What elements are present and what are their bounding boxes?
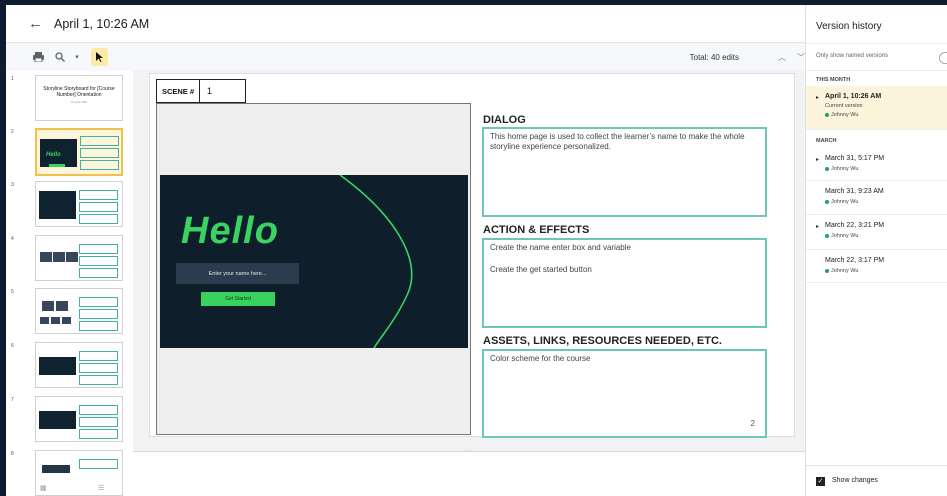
thumbnail-preview: Hello [40, 139, 77, 167]
version-author: Johnny Wu [825, 233, 858, 239]
dialog-title: DIALOG [483, 114, 526, 126]
scene-number: 1 [207, 86, 213, 96]
name-input-preview: Enter your name here... [176, 263, 299, 284]
version-author: Johnny Wu [825, 166, 858, 172]
slide-thumbnail[interactable] [35, 288, 123, 334]
action-effects-title: ACTION & EFFECTS [483, 224, 590, 236]
author-dot-icon [825, 112, 829, 117]
version-date: April 1, 10:26 AM [825, 93, 882, 100]
expand-icon[interactable]: ▸ [816, 156, 819, 163]
version-author: Johnny Wu [825, 112, 858, 118]
caret-down-icon[interactable]: ▾ [69, 48, 85, 66]
slide-thumbnail[interactable]: Storyline Storyboard for [Course Number]… [35, 75, 123, 121]
thumbnail-subtitle: Course Title [70, 100, 87, 104]
grid-view-icon[interactable]: ▦ [40, 484, 47, 492]
screen-preview: Hello Enter your name here... Get Starte… [160, 175, 468, 348]
action-line: Create the name enter box and variable [490, 243, 631, 252]
slide-number: 2 [11, 129, 14, 135]
slide-number: 1 [11, 76, 14, 82]
slide-thumbnail-selected[interactable]: Hello [35, 128, 123, 176]
version-date: March 31, 5:17 PM [825, 155, 885, 162]
speaker-notes[interactable] [133, 452, 805, 496]
get-started-button-preview: Get Started [201, 292, 275, 306]
assets-title: ASSETS, LINKS, RESOURCES NEEDED, ETC. [483, 335, 722, 347]
author-dot-icon [825, 166, 829, 171]
expand-icon[interactable]: ▸ [816, 94, 819, 101]
slide-number: 5 [11, 289, 14, 295]
print-icon[interactable] [30, 48, 46, 66]
slide-thumbnail[interactable] [35, 235, 123, 281]
version-history-panel: Version history Only show named versions… [805, 5, 947, 496]
author-dot-icon [825, 199, 829, 204]
section-march: MARCH [816, 138, 837, 144]
edits-count: Total: 40 edits [689, 52, 739, 62]
slide-thumbnail[interactable] [35, 342, 123, 388]
zoom-icon[interactable] [52, 48, 68, 66]
version-item-current[interactable]: ▸ April 1, 10:26 AM Current version John… [806, 86, 947, 130]
toolbar: ▾ Total: 40 edits ︿ ﹀ [6, 43, 805, 71]
select-cursor-icon[interactable] [91, 48, 108, 66]
version-item[interactable]: ▸ March 31, 5:17 PM Johnny Wu [806, 148, 947, 181]
slide-number: 6 [11, 343, 14, 349]
named-versions-filter: Only show named versions [806, 43, 947, 71]
assets-box: Color scheme for the course 2 [482, 349, 767, 438]
page-title: April 1, 10:26 AM [54, 16, 150, 31]
slide: SCENE # 1 Hello Enter your name here... … [149, 73, 795, 438]
slide-number: 7 [11, 397, 14, 403]
slide-thumbnail[interactable] [35, 181, 123, 227]
filter-label: Only show named versions [816, 53, 889, 59]
assets-text: Color scheme for the course [490, 354, 591, 363]
version-date: March 31, 9:23 AM [825, 188, 884, 195]
hello-heading: Hello [181, 210, 279, 252]
slide-rail[interactable]: 1 Storyline Storyboard for [Course Numbe… [6, 71, 133, 496]
action-effects-box: Create the name enter box and variable C… [482, 238, 767, 328]
version-item[interactable]: March 22, 3:17 PM Johnny Wu [806, 250, 947, 283]
arrow-left-icon[interactable]: ← [28, 15, 44, 32]
version-author: Johnny Wu [825, 199, 858, 205]
dialog-text: This home page is used to collect the le… [490, 132, 745, 151]
slide-number: 4 [11, 236, 14, 242]
slide-number: 8 [11, 451, 14, 457]
top-bar: ← April 1, 10:26 AM [6, 5, 805, 43]
slide-number: 3 [11, 182, 14, 188]
curve-decoration [339, 175, 413, 348]
filmstrip-view-icon[interactable]: ☰ [98, 484, 104, 492]
show-changes-checkbox[interactable]: ✓ [816, 477, 825, 486]
version-item[interactable]: ▸ March 22, 3:21 PM Johnny Wu [806, 215, 947, 250]
dialog-box: This home page is used to collect the le… [482, 127, 767, 217]
author-dot-icon [825, 233, 829, 238]
current-version-label: Current version [825, 103, 863, 109]
chevron-up-icon[interactable]: ︿ [778, 52, 786, 63]
named-versions-toggle[interactable] [939, 52, 947, 64]
slide-thumbnail[interactable] [35, 396, 123, 442]
rail-footer: ▦ ☰ [6, 481, 133, 496]
author-dot-icon [825, 268, 829, 273]
action-line: Create the get started button [490, 265, 592, 274]
preview-frame: Hello Enter your name here... Get Starte… [156, 103, 471, 435]
version-author: Johnny Wu [825, 268, 858, 274]
section-this-month: THIS MONTH [816, 77, 851, 83]
version-date: March 22, 3:21 PM [825, 222, 885, 229]
version-item[interactable]: March 31, 9:23 AM Johnny Wu [806, 181, 947, 215]
version-history-title: Version history [816, 21, 882, 32]
show-changes-label[interactable]: Show changes [832, 477, 878, 484]
scene-box: SCENE # 1 [156, 79, 246, 103]
scene-label: SCENE # [157, 80, 200, 102]
show-changes-row: ✓ Show changes [806, 465, 947, 496]
chevron-down-icon[interactable]: ﹀ [797, 52, 805, 63]
thumbnail-title: Storyline Storyboard for [Course Number]… [43, 86, 115, 98]
app-window: ← April 1, 10:26 AM ▾ Total: 40 edits ︿ … [6, 5, 947, 496]
page-number: 2 [750, 419, 755, 428]
expand-icon[interactable]: ▸ [816, 223, 819, 230]
version-date: March 22, 3:17 PM [825, 257, 885, 264]
